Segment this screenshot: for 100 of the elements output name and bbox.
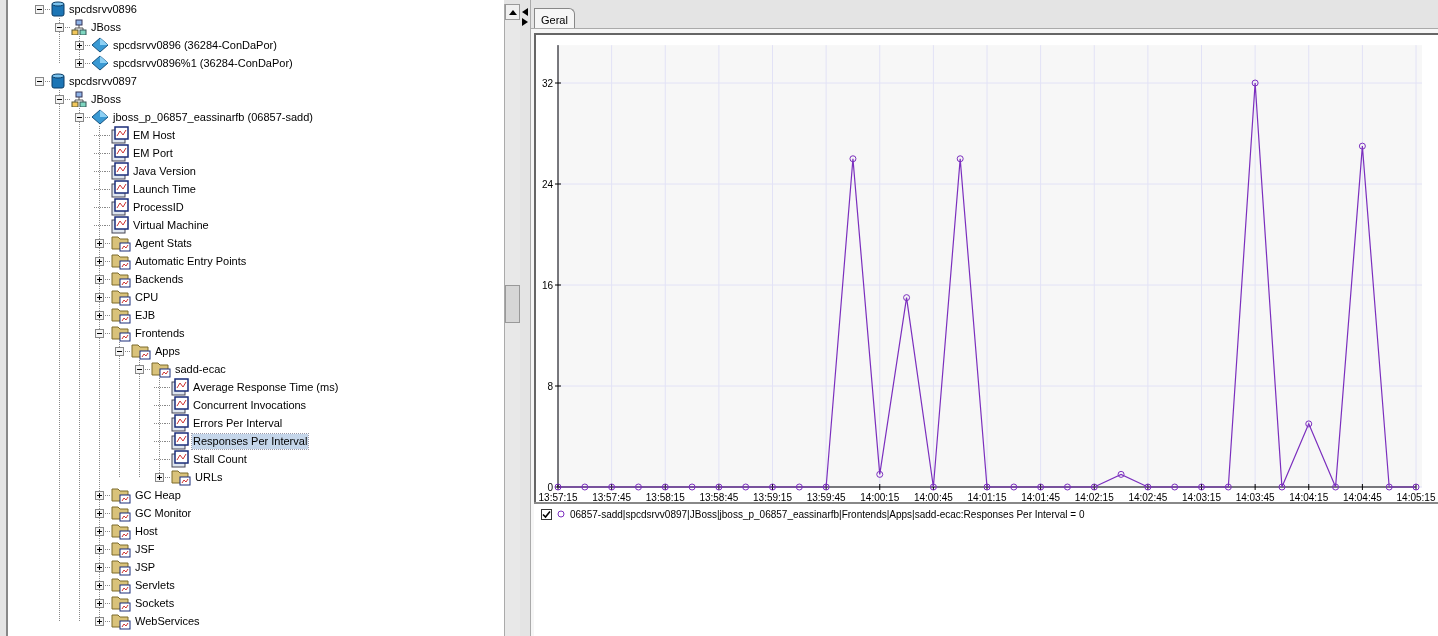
expand-icon[interactable] — [95, 526, 104, 536]
expand-icon[interactable] — [95, 616, 104, 626]
expand-icon[interactable] — [95, 490, 104, 500]
tree-item[interactable]: Agent Stats — [134, 235, 193, 251]
folder-icon — [131, 342, 151, 360]
graph-icon — [111, 144, 129, 162]
data-point — [1385, 483, 1393, 491]
tree-item[interactable]: URLs — [194, 469, 224, 485]
tree-item[interactable]: Concurrent Invocations — [192, 397, 308, 413]
tree-item[interactable]: Sockets — [134, 595, 176, 611]
expand-icon[interactable] — [95, 256, 104, 266]
expand-icon[interactable] — [95, 238, 104, 248]
tab[interactable]: Geral — [534, 8, 575, 28]
data-point — [688, 483, 696, 491]
collapse-icon[interactable] — [75, 112, 84, 122]
tree-item[interactable]: Java Version — [132, 163, 197, 179]
tree-item[interactable]: JSP — [134, 559, 157, 575]
collapse-icon[interactable] — [55, 22, 64, 32]
expand-icon[interactable] — [95, 580, 104, 590]
x-tick-label: 14:03:15 — [1182, 492, 1221, 502]
folder-icon — [111, 252, 131, 270]
tree-item[interactable]: ProcessID — [132, 199, 185, 215]
scrollbar[interactable] — [504, 4, 521, 636]
tree-item[interactable]: spcdsrvv0896%1 (36284-ConDaPor) — [112, 55, 294, 71]
tree-item[interactable]: Host — [134, 523, 159, 539]
expand-icon[interactable] — [75, 58, 84, 68]
expand-icon[interactable] — [95, 544, 104, 554]
data-point — [956, 155, 964, 163]
tree-item[interactable]: jboss_p_06857_eassinarfb (06857-sadd) — [112, 109, 314, 125]
data-point — [1278, 483, 1286, 491]
tree-item[interactable]: Frontends — [134, 325, 186, 341]
expand-icon[interactable] — [95, 598, 104, 608]
tree-item[interactable]: GC Monitor — [134, 505, 193, 521]
tree-item[interactable]: Launch Time — [132, 181, 197, 197]
tree-item[interactable]: JBoss — [90, 91, 122, 107]
data-point — [1224, 483, 1232, 491]
tree-item[interactable]: EJB — [134, 307, 157, 323]
tree-item[interactable]: GC Heap — [134, 487, 182, 503]
collapse-icon[interactable] — [115, 346, 124, 356]
x-tick-label: 14:04:15 — [1289, 492, 1329, 502]
tree-item[interactable]: sadd-ecac — [174, 361, 227, 377]
tree-item[interactable]: EM Host — [132, 127, 177, 143]
expand-icon[interactable] — [95, 562, 104, 572]
graph-icon — [111, 180, 129, 198]
expand-icon[interactable] — [95, 508, 104, 518]
hierarchy-icon — [71, 91, 87, 107]
tree-item[interactable]: Stall Count — [192, 451, 248, 467]
tree-item[interactable]: spcdsrvv0897 — [68, 73, 138, 89]
data-point — [554, 483, 562, 491]
expand-icon[interactable] — [155, 472, 164, 482]
tree-item[interactable]: Virtual Machine — [132, 217, 210, 233]
x-tick-label: 14:02:15 — [1074, 492, 1114, 502]
tree-item[interactable]: WebServices — [134, 613, 201, 629]
tree-item[interactable]: spcdsrvv0896 — [68, 1, 138, 17]
tree-item[interactable]: JBoss — [90, 19, 122, 35]
collapse-icon[interactable] — [55, 94, 64, 104]
tree-item[interactable]: JSF — [134, 541, 156, 557]
scroll-thumb[interactable] — [505, 285, 521, 323]
graph-icon — [111, 162, 129, 180]
folder-icon — [111, 270, 131, 288]
expand-icon[interactable] — [95, 292, 104, 302]
data-point — [903, 294, 911, 302]
folder-icon — [111, 288, 131, 306]
collapse-icon[interactable] — [35, 4, 44, 14]
x-tick-label: 13:58:45 — [699, 492, 739, 502]
tree-item[interactable]: spcdsrvv0896 (36284-ConDaPor) — [112, 37, 278, 53]
expand-icon[interactable] — [75, 40, 84, 50]
tree-item[interactable]: Backends — [134, 271, 185, 287]
folder-icon — [111, 612, 131, 630]
x-tick-label: 14:01:45 — [1021, 492, 1061, 502]
data-point — [715, 483, 723, 491]
x-tick-label: 14:04:45 — [1342, 492, 1382, 502]
y-tick-label: 16 — [541, 280, 553, 291]
scroll-up-button[interactable] — [505, 4, 521, 20]
data-point — [1305, 420, 1313, 428]
collapse-icon[interactable] — [35, 76, 44, 86]
up-arrow-icon — [508, 9, 517, 15]
checkbox[interactable] — [541, 508, 552, 520]
expand-icon[interactable] — [95, 310, 104, 320]
graph-icon — [171, 378, 189, 396]
expand-icon[interactable] — [95, 274, 104, 284]
server-icon — [51, 73, 65, 89]
y-tick-label: 8 — [547, 381, 553, 392]
tree-item[interactable]: Apps — [154, 343, 182, 359]
tree-item[interactable]: Responses Per Interval — [192, 433, 309, 449]
data-point — [661, 483, 669, 491]
tree-item[interactable]: Errors Per Interval — [192, 415, 284, 431]
collapse-icon[interactable] — [95, 328, 104, 338]
tree-item[interactable]: Average Response Time (ms) — [192, 379, 340, 395]
y-tick-label: 24 — [541, 179, 553, 190]
data-point — [795, 483, 803, 491]
tree-item[interactable]: Automatic Entry Points — [134, 253, 248, 269]
tree-item[interactable]: Servlets — [134, 577, 176, 593]
x-tick-label: 13:57:45 — [592, 492, 632, 502]
x-tick-label: 13:58:15 — [645, 492, 685, 502]
x-tick-label: 13:59:15 — [753, 492, 792, 502]
data-point — [1063, 483, 1071, 491]
tree-item[interactable]: EM Port — [132, 145, 174, 161]
collapse-icon[interactable] — [135, 364, 144, 374]
tree-item[interactable]: CPU — [134, 289, 160, 305]
